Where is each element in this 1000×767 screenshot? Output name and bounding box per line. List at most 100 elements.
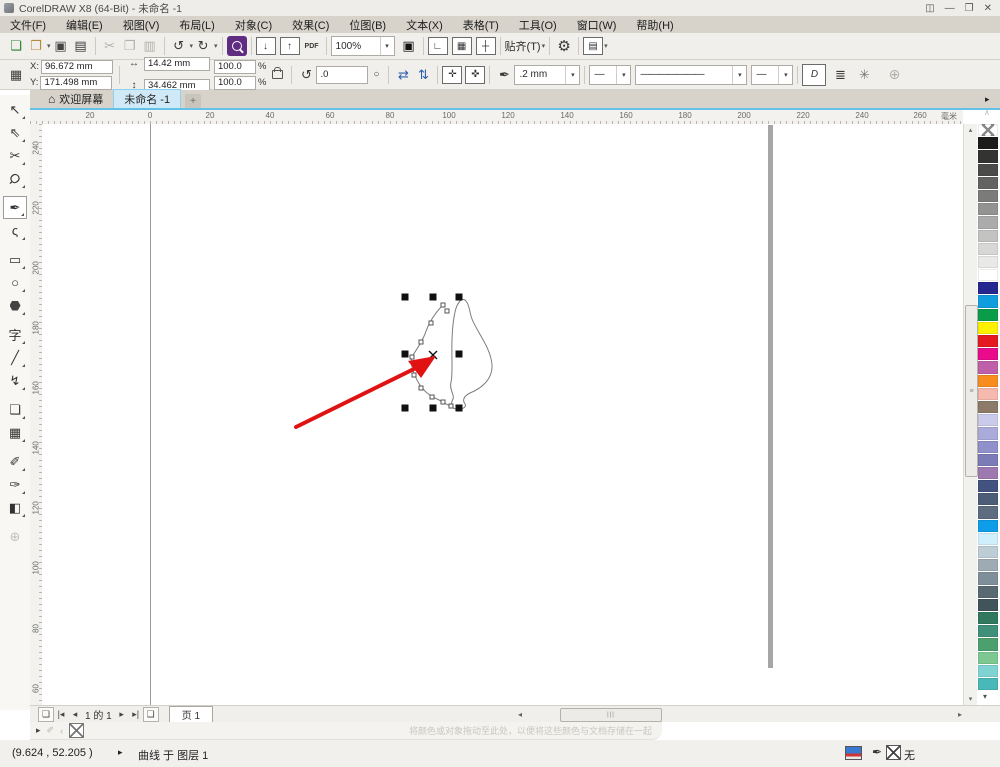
- scroll-left-icon[interactable]: ◂: [518, 710, 522, 719]
- print-icon[interactable]: ▤: [71, 36, 91, 56]
- tab-welcome-screen[interactable]: ⌂ 欢迎屏幕: [38, 90, 113, 108]
- menu-item[interactable]: 文本(X): [396, 16, 453, 33]
- arrow-start-combo[interactable]: — ▾: [589, 65, 631, 85]
- rectangle-tool[interactable]: ▭: [3, 248, 27, 271]
- palette-swatch[interactable]: [978, 586, 998, 598]
- prev-page-icon[interactable]: ◂: [68, 708, 82, 721]
- palette-flyout-icon[interactable]: ▸: [985, 94, 990, 105]
- scale-v-field[interactable]: [214, 76, 256, 90]
- pencil-icon[interactable]: ✐: [47, 725, 55, 736]
- ellipse-tool[interactable]: ○: [3, 271, 27, 294]
- options-gear-icon[interactable]: ⚙: [554, 36, 574, 56]
- palette-swatch[interactable]: [978, 441, 998, 453]
- zoom-tool[interactable]: Ϙ: [3, 167, 27, 190]
- menu-item[interactable]: 文件(F): [0, 16, 56, 33]
- outline-width-combo[interactable]: .2 mm ▾: [514, 65, 580, 85]
- close-curve-button[interactable]: D: [802, 64, 826, 86]
- horizontal-scroll-thumb[interactable]: |||: [560, 708, 662, 722]
- drawing-layer[interactable]: [42, 124, 963, 705]
- palette-swatch[interactable]: [978, 480, 998, 492]
- restore-button[interactable]: ❐: [965, 3, 974, 14]
- show-grid-button[interactable]: ▦: [452, 37, 472, 55]
- shape-tool[interactable]: ⇖: [3, 121, 27, 144]
- palette-scroll-up-icon[interactable]: ∧: [984, 108, 990, 117]
- x-position-field[interactable]: [41, 60, 113, 74]
- snap-to-dropdown-icon[interactable]: ▾: [542, 42, 546, 50]
- palette-swatch[interactable]: [978, 520, 998, 532]
- text-wrap-icon[interactable]: ≣: [830, 65, 850, 85]
- transparency-tool[interactable]: ▦: [3, 421, 27, 444]
- tab-document[interactable]: 未命名 -1: [113, 89, 181, 108]
- outline-width-dropdown-icon[interactable]: ▾: [565, 66, 579, 84]
- menu-item[interactable]: 视图(V): [113, 16, 170, 33]
- minimize-button[interactable]: —: [945, 3, 955, 14]
- import-button[interactable]: ↓: [256, 37, 276, 55]
- new-tab-button[interactable]: +: [185, 94, 201, 108]
- palette-swatch[interactable]: [978, 375, 998, 387]
- scale-h-field[interactable]: [214, 60, 256, 74]
- sparkle-icon[interactable]: ✳: [854, 65, 874, 85]
- selection-handle[interactable]: [430, 294, 437, 301]
- status-expand-icon[interactable]: ▸: [118, 747, 123, 758]
- fill-tool[interactable]: ◧: [3, 496, 27, 519]
- open-icon[interactable]: ❒: [26, 36, 46, 56]
- launcher-button[interactable]: ▤: [583, 37, 603, 55]
- object-width-field[interactable]: [144, 57, 210, 71]
- polygon-tool[interactable]: [3, 294, 27, 317]
- selection-handle[interactable]: [402, 294, 409, 301]
- palette-swatch[interactable]: [978, 295, 998, 307]
- menu-item[interactable]: 编辑(E): [56, 16, 113, 33]
- new-document-icon[interactable]: ❏: [6, 36, 26, 56]
- selection-handle[interactable]: [456, 405, 463, 412]
- palette-swatch[interactable]: [978, 427, 998, 439]
- palette-swatch[interactable]: [978, 388, 998, 400]
- crop-tool[interactable]: ✂: [3, 144, 27, 167]
- horizontal-ruler[interactable]: 毫米 2002040608010012014016018020022024026…: [30, 110, 963, 125]
- menu-item[interactable]: 工具(O): [509, 16, 567, 33]
- pen-tool[interactable]: ✒: [3, 196, 27, 219]
- line-style-dropdown-icon[interactable]: ▾: [732, 66, 746, 84]
- palette-swatch[interactable]: [978, 652, 998, 664]
- fullscreen-preview-icon[interactable]: ▣: [399, 36, 419, 56]
- palette-swatch[interactable]: [978, 164, 998, 176]
- interactive-fill-tool[interactable]: ⊕: [3, 525, 27, 548]
- menu-item[interactable]: 布局(L): [169, 16, 224, 33]
- palette-swatch[interactable]: [978, 256, 998, 268]
- menu-item[interactable]: 窗口(W): [567, 16, 627, 33]
- selection-handle[interactable]: [402, 351, 409, 358]
- cut-icon[interactable]: ✂: [100, 36, 120, 56]
- palette-swatch[interactable]: [978, 599, 998, 611]
- palette-swatch[interactable]: [978, 361, 998, 373]
- palette-swatch[interactable]: [978, 467, 998, 479]
- snap-to-label[interactable]: 贴齐(T): [505, 38, 541, 54]
- first-page-icon[interactable]: |◂: [54, 708, 68, 721]
- palette-swatch[interactable]: [978, 243, 998, 255]
- b-spline-tool[interactable]: ς: [3, 219, 27, 242]
- palette-swatch[interactable]: [978, 546, 998, 558]
- reduce-nodes-button[interactable]: ✛: [442, 66, 462, 84]
- menu-item[interactable]: 位图(B): [339, 16, 396, 33]
- annotation-arrow[interactable]: [296, 367, 418, 427]
- launcher-dropdown-icon[interactable]: ▾: [604, 42, 608, 50]
- no-color-swatch[interactable]: [69, 723, 84, 738]
- drop-shadow-tool[interactable]: ❏: [3, 398, 27, 421]
- pick-tool[interactable]: ↖: [3, 98, 27, 121]
- curve-node[interactable]: [410, 355, 414, 359]
- palette-swatch[interactable]: [978, 269, 998, 281]
- outline-pen-tool[interactable]: ✑: [3, 473, 27, 496]
- menu-item[interactable]: 帮助(H): [626, 16, 683, 33]
- drawing-canvas[interactable]: [42, 124, 963, 705]
- line-style-combo[interactable]: ——————— ▾: [635, 65, 747, 85]
- fill-status-icon[interactable]: [845, 746, 862, 760]
- zoom-level-combo[interactable]: 100% ▾: [331, 36, 395, 56]
- pdf-publish-icon[interactable]: PDF: [302, 36, 322, 56]
- eyedropper-tool[interactable]: ✐: [3, 450, 27, 473]
- palette-swatch[interactable]: [978, 678, 998, 690]
- y-position-field[interactable]: [40, 76, 112, 90]
- curve-node[interactable]: [429, 321, 433, 325]
- palette-swatch[interactable]: [978, 454, 998, 466]
- next-page-icon[interactable]: ▸: [115, 708, 129, 721]
- mirror-horizontal-icon[interactable]: ⇄: [393, 65, 413, 85]
- palette-swatch[interactable]: [978, 230, 998, 242]
- palette-swatch[interactable]: [978, 203, 998, 215]
